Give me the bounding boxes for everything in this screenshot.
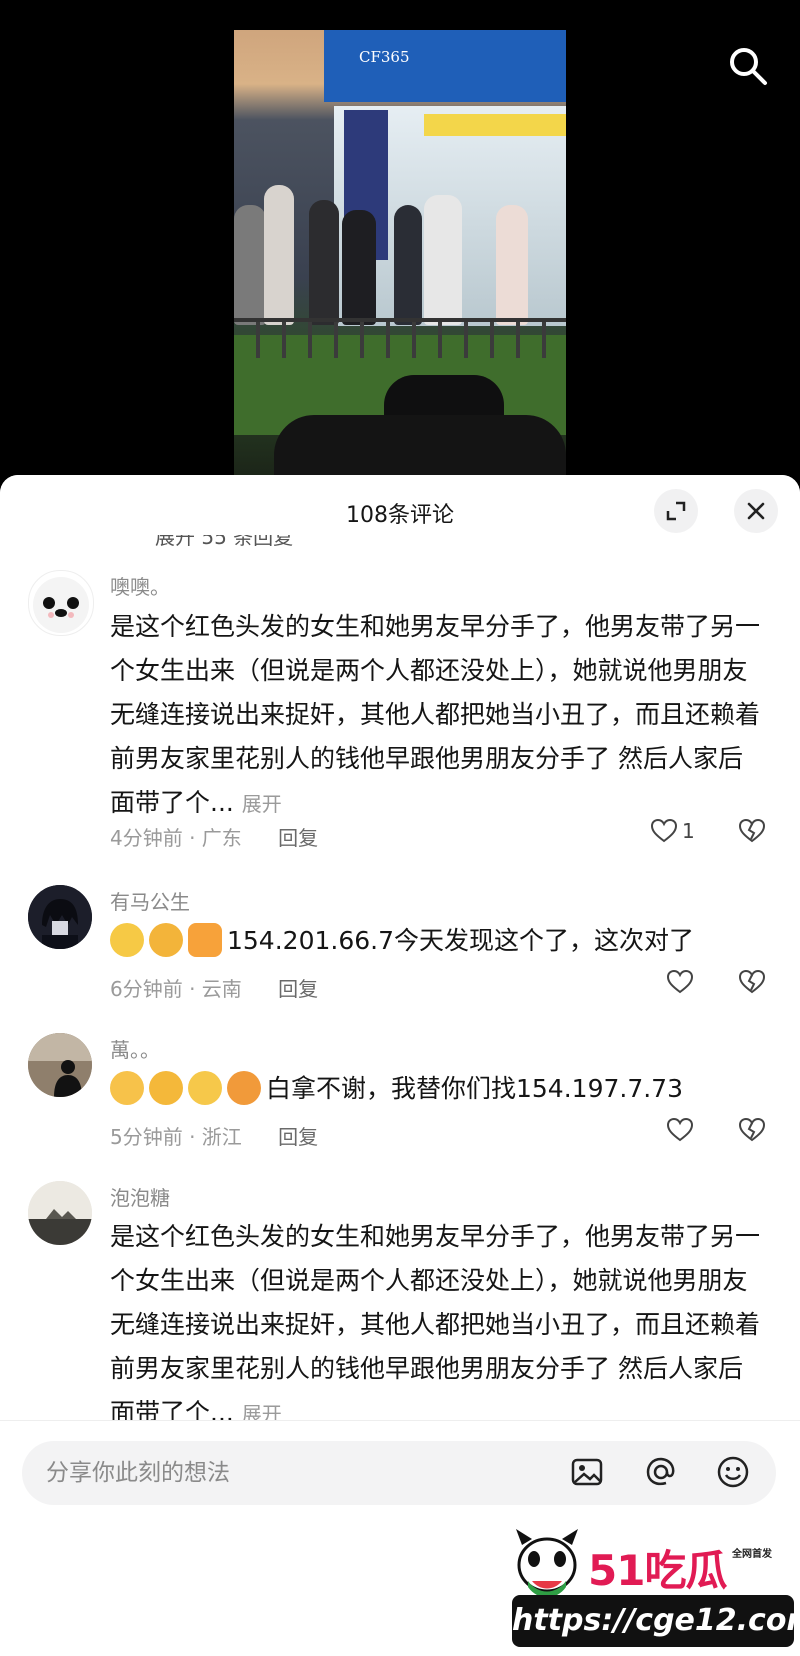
store-banner: [424, 114, 566, 136]
watermark-url: https://cge12.com: [512, 1603, 800, 1638]
dizzy-emoji-icon: [110, 1071, 144, 1105]
dislike-button[interactable]: [738, 968, 766, 1000]
watermark-logo: 51吃瓜 全网首发 https://cge12.com: [506, 1525, 800, 1656]
mention-button[interactable]: [644, 1455, 678, 1493]
comment-item: 萬。。 白拿不谢，我替你们找154.197.7.73 5分钟前 · 浙江 回复: [0, 1033, 800, 1153]
at-sign-icon: [646, 1457, 675, 1486]
comment-time-location: 4分钟前 · 广东: [110, 826, 242, 850]
video-player[interactable]: CF365: [0, 0, 800, 480]
comments-sheet: 108条评论 展开 55 条回复 噢噢。 是这个红色头发的女生和她男友早分手了，…: [0, 475, 800, 1656]
comment-text: 是这个红色头发的女生和她男友早分手了，他男友带了另一个女生出来（但说是两个人都还…: [110, 605, 760, 826]
like-button[interactable]: 1: [650, 817, 695, 845]
comment-time-location: 6分钟前 · 云南: [110, 977, 242, 1001]
broken-heart-icon: [738, 969, 766, 994]
comment-text: 是这个红色头发的女生和她男友早分手了，他男友带了另一个女生出来（但说是两个人都还…: [110, 1215, 760, 1436]
expand-sheet-button[interactable]: [654, 489, 698, 533]
smiley-icon: [717, 1456, 749, 1488]
store-sign: CF365: [324, 30, 566, 102]
dislike-button[interactable]: [738, 1116, 766, 1148]
search-icon: [730, 48, 767, 85]
watermark-subtitle: 全网首发: [732, 1549, 772, 1560]
close-icon: [747, 502, 765, 520]
expand-icon: [666, 501, 686, 521]
image-button[interactable]: [570, 1455, 604, 1493]
watermark-url-box: https://cge12.com: [512, 1595, 800, 1647]
comment-text: 154.201.66.7今天发现这个了，这次对了: [110, 919, 760, 963]
anime-boy-avatar-icon: [28, 885, 92, 949]
avatar[interactable]: [28, 570, 94, 636]
expand-comment-link[interactable]: 展开: [242, 792, 282, 816]
dislike-button[interactable]: [738, 817, 766, 849]
store-sign-text: CF365: [359, 48, 410, 66]
like-button[interactable]: [666, 968, 694, 996]
like-count: 1: [682, 819, 695, 843]
comment-meta: 5分钟前 · 浙江 回复: [110, 1121, 318, 1150]
watermark-title: 51吃瓜: [588, 1546, 727, 1595]
scooter-seat: [274, 415, 566, 480]
sheet-header: 108条评论: [0, 475, 800, 545]
reply-button[interactable]: 回复: [278, 1125, 318, 1149]
comment-time-location: 5分钟前 · 浙江: [110, 1125, 242, 1149]
close-button[interactable]: [734, 489, 778, 533]
comment-meta: 4分钟前 · 广东 回复: [110, 822, 318, 851]
sunset-avatar-icon: [28, 1181, 92, 1245]
comment-text-body: 是这个红色头发的女生和她男友早分手了，他男友带了另一个女生出来（但说是两个人都还…: [110, 612, 761, 817]
seal-avatar-icon: [33, 577, 89, 633]
grin-squint-emoji-icon: [149, 1071, 183, 1105]
like-button[interactable]: [666, 1116, 694, 1144]
video-frame[interactable]: CF365: [234, 30, 566, 480]
heart-icon: [666, 1117, 694, 1142]
broken-heart-icon: [738, 818, 766, 843]
show-more-replies-partial[interactable]: 展开 55 条回复: [155, 535, 293, 551]
cow-mascot-icon: [516, 1529, 578, 1598]
silhouette-avatar-icon: [28, 1033, 92, 1097]
fence: [234, 318, 566, 358]
comment-text-body: 白拿不谢，我替你们找154.197.7.73: [266, 1074, 683, 1103]
reply-button[interactable]: 回复: [278, 977, 318, 1001]
comment-meta: 6分钟前 · 云南 回复: [110, 973, 318, 1002]
image-icon: [571, 1458, 603, 1486]
comment-text: 白拿不谢，我替你们找154.197.7.73: [110, 1067, 760, 1111]
reply-button[interactable]: 回复: [278, 826, 318, 850]
comment-item: 有马公生 154.201.66.7今天发现这个了，这次对了 6分钟前 · 云南 …: [0, 885, 800, 1005]
broken-heart-icon: [738, 1117, 766, 1142]
avatar[interactable]: [28, 1181, 92, 1245]
comment-username[interactable]: 泡泡糖: [110, 1182, 170, 1211]
comment-item: 泡泡糖 是这个红色头发的女生和她男友早分手了，他男友带了另一个女生出来（但说是两…: [0, 1181, 800, 1427]
crying-emoji-icon: [149, 923, 183, 957]
avatar[interactable]: [28, 885, 92, 949]
comment-username[interactable]: 噢噢。: [110, 571, 170, 600]
drool-emoji-icon: [227, 1071, 261, 1105]
laugh-cry-emoji-icon: [110, 923, 144, 957]
search-button[interactable]: [726, 44, 770, 88]
heart-icon: [666, 969, 694, 994]
comment-text-body: 154.201.66.7今天发现这个了，这次对了: [227, 926, 694, 955]
crowd-of-people: [234, 155, 566, 325]
emoji-button[interactable]: [716, 1455, 750, 1493]
avatar[interactable]: [28, 1033, 92, 1097]
thumbs-up-emoji-icon: [188, 923, 222, 957]
comment-username[interactable]: 萬。。: [110, 1034, 160, 1063]
comment-item: 噢噢。 是这个红色头发的女生和她男友早分手了，他男友带了另一个女生出来（但说是两…: [0, 567, 800, 867]
heart-icon: [650, 818, 678, 843]
smirk-emoji-icon: [188, 1071, 222, 1105]
comment-text-body: 是这个红色头发的女生和她男友早分手了，他男友带了另一个女生出来（但说是两个人都还…: [110, 1222, 761, 1427]
comment-username[interactable]: 有马公生: [110, 886, 190, 915]
